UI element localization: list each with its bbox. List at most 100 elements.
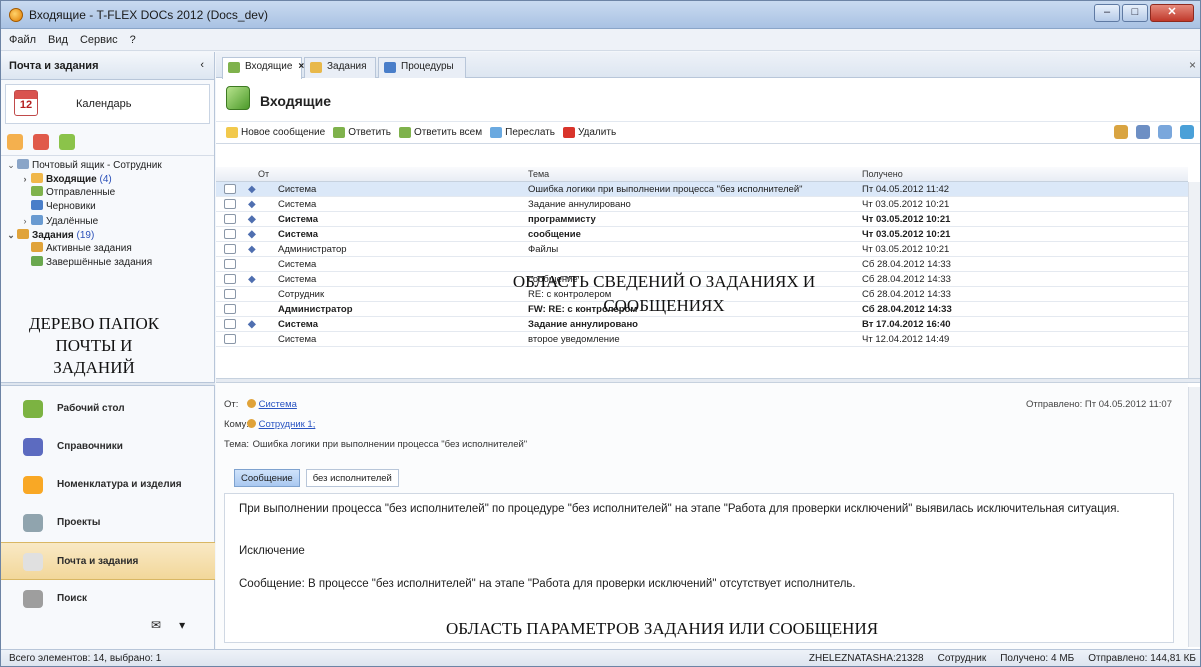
cell-received: Чт 12.04.2012 14:49: [862, 334, 950, 345]
filter-icon[interactable]: [1158, 125, 1172, 139]
table-row[interactable]: ◆ Система Ошибка логики при выполнении про…: [216, 182, 1188, 197]
refresh-icon[interactable]: [1180, 125, 1194, 139]
nav-item[interactable]: Поиск: [1, 580, 215, 618]
cell-received: Чт 03.05.2012 10:21: [862, 229, 951, 240]
from-link[interactable]: Система: [259, 399, 297, 410]
menu-help[interactable]: ?: [130, 34, 136, 46]
tree-item[interactable]: ⌄ Почтовый ящик - Сотрудник: [1, 158, 214, 172]
new-message-icon[interactable]: [7, 134, 23, 150]
nav-item[interactable]: Справочники: [1, 428, 215, 466]
table-row[interactable]: Система второе уведомление Чт 12.04.2012 1…: [216, 332, 1188, 347]
tab-message[interactable]: Сообщение: [234, 469, 300, 487]
status-sent: Отправлено: 144,81 КБ: [1088, 653, 1196, 664]
to-link[interactable]: Сотрудник 1;: [259, 419, 316, 430]
tree-item[interactable]: ⌄ Задания (19): [1, 228, 214, 242]
folder-icon: [31, 242, 43, 252]
envelope-icon: [224, 304, 236, 314]
envelope-icon: [224, 259, 236, 269]
calendar-icon: 12: [14, 90, 38, 116]
nav-item-label: Номенклатура и изделия: [57, 479, 182, 490]
tree-item[interactable]: › Удалённые: [1, 214, 214, 228]
toolbar-button[interactable]: Переслать: [490, 127, 555, 138]
menu-service[interactable]: Сервис: [80, 34, 118, 46]
toolbar-button[interactable]: Новое сообщение: [226, 127, 325, 138]
status-count: Всего элементов: 14, выбрано: 1: [9, 653, 162, 664]
cell-from: Сотрудник: [278, 289, 325, 300]
expand-icon[interactable]: ⌄: [5, 158, 17, 172]
attachment-icon: ◆: [248, 214, 256, 225]
tree-item[interactable]: Отправленные: [1, 186, 214, 200]
sent-info: Отправлено: Пт 04.05.2012 11:07: [1026, 399, 1172, 410]
tree-item[interactable]: Черновики: [1, 200, 214, 214]
view-options-icon[interactable]: [1136, 125, 1150, 139]
status-user: ZHELEZNATASHA:21328: [808, 653, 924, 664]
left-panel: Почта и задания ‹ 12 Календарь ⌄ Почтовый…: [1, 52, 215, 649]
folder-icon: [17, 229, 29, 239]
tab-tasks[interactable]: Задания: [304, 57, 376, 78]
attachment-icon: ◆: [248, 319, 256, 330]
column-received[interactable]: Получено: [862, 169, 903, 179]
cell-received: Сб 28.04.2012 14:33: [862, 274, 951, 285]
table-row[interactable]: ◆ Администратор Файлы Чт 03.05.2012 10:21: [216, 242, 1188, 257]
maximize-button[interactable]: □: [1122, 4, 1148, 22]
table-row[interactable]: ◆ Система сообщение Чт 03.05.2012 10:21: [216, 227, 1188, 242]
toolbar-button[interactable]: Ответить: [333, 127, 391, 138]
table-row[interactable]: ◆ Система Задание аннулировано Вт 17.04.201…: [216, 317, 1188, 332]
refresh-folders-icon[interactable]: [59, 134, 75, 150]
nav-item-label: Справочники: [57, 441, 123, 452]
folder-icon: [31, 256, 43, 266]
tab-inbox[interactable]: Входящие ×: [222, 57, 304, 79]
nav-splitter[interactable]: [1, 382, 215, 386]
menu-view[interactable]: Вид: [48, 34, 68, 46]
toolbar-button[interactable]: Ответить всем: [398, 127, 482, 138]
attachment-icon: ◆: [248, 184, 256, 195]
cell-received: Чт 03.05.2012 10:21: [862, 214, 951, 225]
nav-item[interactable]: Проекты: [1, 504, 215, 542]
configure-nav-icon[interactable]: ▾: [179, 618, 185, 632]
column-from[interactable]: От: [258, 169, 269, 179]
tree-item[interactable]: Активные задания: [1, 242, 214, 256]
nav-item-label: Проекты: [57, 517, 101, 528]
cell-from: Система: [278, 199, 317, 210]
expand-icon[interactable]: ⌄: [5, 228, 17, 242]
tab-procedures[interactable]: Процедуры: [378, 57, 466, 78]
envelope-icon: [224, 274, 236, 284]
nav-item[interactable]: Рабочий стол: [1, 390, 215, 428]
status-received: Получено: 4 МБ: [1000, 653, 1075, 664]
nav-item[interactable]: Почта и задания: [1, 542, 215, 580]
table-row[interactable]: ◆ Система Задание аннулировано Чт 03.05.201…: [216, 197, 1188, 212]
close-button[interactable]: ✕: [1150, 4, 1194, 22]
close-tabs-icon[interactable]: ×: [1189, 58, 1196, 72]
toolbar-button-label: Новое сообщение: [241, 127, 326, 138]
window-controls: – □ ✕: [1094, 4, 1194, 22]
tree-item[interactable]: › Входящие (4): [1, 172, 214, 186]
cell-from: Система: [278, 184, 317, 195]
nav-icon: [23, 514, 43, 532]
tree-item[interactable]: Завершённые задания: [1, 256, 214, 270]
new-task-icon[interactable]: [33, 134, 49, 150]
minimize-button[interactable]: –: [1094, 4, 1120, 22]
mail-footer-icon[interactable]: ✉: [151, 618, 161, 632]
collapse-panel-icon[interactable]: ‹: [200, 59, 204, 71]
preview-scrollbar[interactable]: [1188, 387, 1200, 647]
menu-file[interactable]: Файл: [9, 34, 36, 46]
expand-icon[interactable]: ›: [19, 214, 31, 228]
toolbar-icon: [398, 127, 411, 138]
toolbar-button[interactable]: Удалить: [562, 127, 616, 138]
cell-subject: сообщение: [528, 229, 581, 240]
table-row[interactable]: ◆ Система программисту Чт 03.05.2012 10:21: [216, 212, 1188, 227]
cell-from: Система: [278, 229, 318, 240]
inbox-icon: [226, 86, 250, 110]
tree-item-label: Черновики: [46, 201, 96, 212]
column-subject[interactable]: Тема: [528, 169, 549, 179]
nav-item[interactable]: Номенклатура и изделия: [1, 466, 215, 504]
calendar-button[interactable]: 12 Календарь: [5, 84, 210, 124]
grid-scrollbar[interactable]: [1188, 182, 1200, 378]
contacts-icon[interactable]: [1114, 125, 1128, 139]
nav-footer: ✉ ▾: [151, 618, 185, 632]
expand-icon[interactable]: ›: [19, 172, 31, 186]
cell-from: Система: [278, 274, 317, 285]
tree-item-label: Активные задания: [46, 243, 132, 254]
cell-received: Сб 28.04.2012 14:33: [862, 259, 951, 270]
tab-no-performers[interactable]: без исполнителей: [305, 469, 399, 487]
